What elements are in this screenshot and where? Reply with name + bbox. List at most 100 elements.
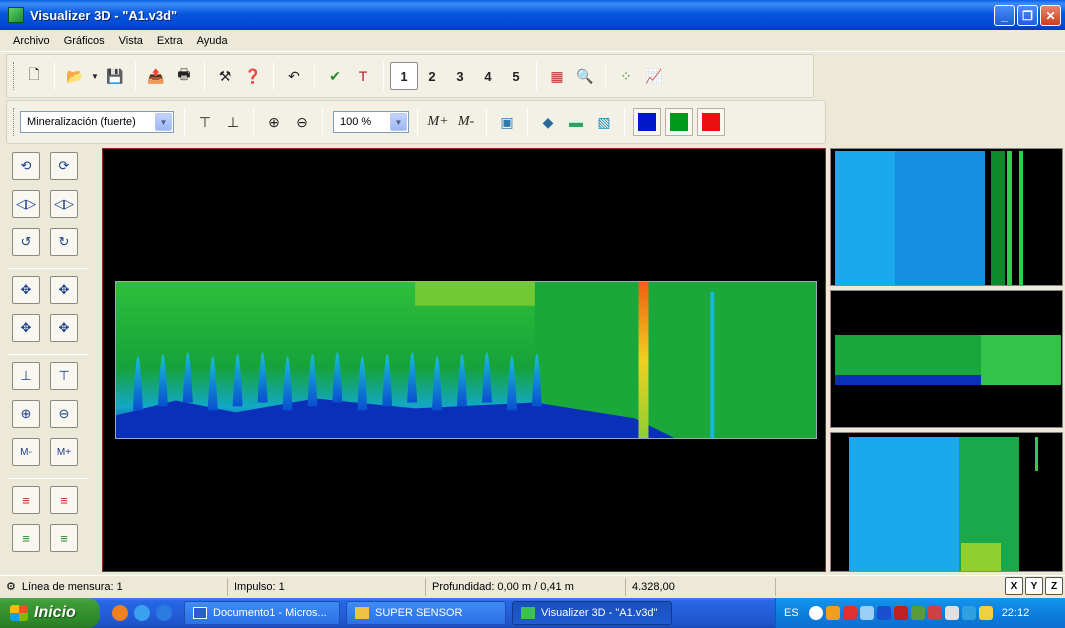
- top-view[interactable]: [830, 148, 1063, 286]
- toolbar-grip[interactable]: [13, 62, 16, 90]
- view-2-button[interactable]: 2: [418, 62, 446, 90]
- tray-volume-icon[interactable]: [978, 606, 993, 620]
- side-view[interactable]: [830, 432, 1063, 572]
- front-view[interactable]: [830, 290, 1063, 428]
- view-3-button[interactable]: 3: [446, 62, 474, 90]
- color-green-button[interactable]: [665, 108, 693, 136]
- zoom-in-icon[interactable]: ⊕: [260, 108, 288, 136]
- colormap-icon[interactable]: ▣: [493, 108, 521, 136]
- main-3d-view[interactable]: [102, 148, 826, 572]
- rotate-up-icon[interactable]: ⟲: [12, 152, 40, 180]
- tray-bluetooth-icon[interactable]: [876, 606, 891, 620]
- tray-chat-icon[interactable]: [910, 606, 925, 620]
- zoom-out-icon[interactable]: ⊖: [288, 108, 316, 136]
- system-tray: ES 22:12: [775, 598, 1065, 628]
- texture-icon[interactable]: ▧: [590, 108, 618, 136]
- language-indicator[interactable]: ES: [784, 607, 799, 619]
- new-file-icon[interactable]: 🗋: [20, 62, 48, 90]
- minimize-button[interactable]: _: [994, 5, 1015, 26]
- menu-extra[interactable]: Extra: [150, 35, 190, 47]
- pan-alt-icon[interactable]: ✥: [50, 314, 78, 342]
- help-icon[interactable]: ❓: [239, 62, 267, 90]
- scan-tool-icon[interactable]: ✔: [321, 62, 349, 90]
- depth-bottom-icon[interactable]: ⊥: [12, 362, 40, 390]
- tools-icon[interactable]: ⚒: [211, 62, 239, 90]
- red-swatch: [702, 113, 720, 131]
- clock: 22:12: [1001, 607, 1030, 619]
- toolbar-grip[interactable]: [13, 108, 16, 136]
- save-icon[interactable]: 💾: [101, 62, 129, 90]
- color-red-button[interactable]: [697, 108, 725, 136]
- tray-monitor-icon[interactable]: [859, 606, 874, 620]
- axis-y-button[interactable]: Y: [1025, 577, 1043, 595]
- graph-icon[interactable]: 📈: [640, 62, 668, 90]
- menu-graficos[interactable]: Gráficos: [57, 35, 112, 47]
- tilt-right-icon[interactable]: ↻: [50, 228, 78, 256]
- navigation-panel: ⟲ ⟳ ◁▷ ◁▷ ↺ ↻ ✥ ✥ ✥ ✥ ⊥ ⊤ ⊕ ⊖ M- M+ ≡ ≡ …: [6, 148, 90, 572]
- open-dropdown-icon[interactable]: ▼: [89, 62, 101, 90]
- depth-top-icon[interactable]: ⊤: [191, 108, 219, 136]
- tray-shield-icon[interactable]: [893, 606, 908, 620]
- zoom-window-icon[interactable]: 🔍: [571, 62, 599, 90]
- ie-icon[interactable]: [134, 605, 150, 621]
- undo-icon[interactable]: ↶: [280, 62, 308, 90]
- chevron-down-icon[interactable]: ▼: [390, 113, 407, 131]
- layer-icon[interactable]: ▬: [562, 108, 590, 136]
- task-super-sensor[interactable]: SUPER SENSOR: [346, 601, 506, 625]
- mode-select[interactable]: Mineralización (fuerte) ▼: [20, 111, 174, 133]
- contrast-up-icon[interactable]: M+: [50, 438, 78, 466]
- tray-network-icon[interactable]: [825, 606, 840, 620]
- menu-archivo[interactable]: Archivo: [6, 35, 57, 47]
- move-icon[interactable]: ✥: [12, 276, 40, 304]
- axis-z-button[interactable]: Z: [1045, 577, 1063, 595]
- view-4-button[interactable]: 4: [474, 62, 502, 90]
- rotate-left-icon[interactable]: ◁▷: [12, 190, 40, 218]
- chevron-down-icon[interactable]: ▼: [155, 113, 172, 131]
- scan-heatmap[interactable]: [115, 281, 817, 439]
- rotate-down-icon[interactable]: ⟳: [50, 152, 78, 180]
- export-icon[interactable]: 📤: [142, 62, 170, 90]
- pan-icon[interactable]: ✥: [12, 314, 40, 342]
- title-bar: Visualizer 3D - "A1.v3d" _ ❐ ✕: [0, 0, 1065, 30]
- tilt-left-icon[interactable]: ↺: [12, 228, 40, 256]
- grid-icon[interactable]: ▦: [543, 62, 571, 90]
- probe-icon[interactable]: T: [349, 62, 377, 90]
- layer-up-icon[interactable]: ≡: [12, 486, 40, 514]
- menu-vista[interactable]: Vista: [112, 35, 150, 47]
- firefox-icon[interactable]: [112, 605, 128, 621]
- browser-icon[interactable]: [156, 605, 172, 621]
- task-documento1[interactable]: Documento1 - Micros...: [184, 601, 340, 625]
- layer-bottom-icon[interactable]: ≡: [50, 524, 78, 552]
- layer-top-icon[interactable]: ≡: [12, 524, 40, 552]
- menu-bar: Archivo Gráficos Vista Extra Ayuda: [0, 30, 1065, 52]
- tray-arrow-icon[interactable]: [808, 606, 823, 620]
- contrast-down-button[interactable]: M-: [452, 108, 480, 136]
- task-visualizer[interactable]: Visualizer 3D - "A1.v3d": [512, 601, 672, 625]
- points-icon[interactable]: ⁘: [612, 62, 640, 90]
- tray-sync-icon[interactable]: [944, 606, 959, 620]
- rotate-right-icon[interactable]: ◁▷: [50, 190, 78, 218]
- menu-ayuda[interactable]: Ayuda: [190, 35, 235, 47]
- contrast-down-icon[interactable]: M-: [12, 438, 40, 466]
- tray-security-icon[interactable]: [842, 606, 857, 620]
- tray-display-icon[interactable]: [961, 606, 976, 620]
- zoom-select[interactable]: 100 % ▼: [333, 111, 409, 133]
- start-button[interactable]: Inicio: [0, 598, 100, 628]
- open-folder-icon[interactable]: 📂: [61, 62, 89, 90]
- zoom-in-icon[interactable]: ⊕: [12, 400, 40, 428]
- surface-3d-icon[interactable]: ◆: [534, 108, 562, 136]
- depth-bottom-icon[interactable]: ⊥: [219, 108, 247, 136]
- depth-top-icon[interactable]: ⊤: [50, 362, 78, 390]
- close-button[interactable]: ✕: [1040, 5, 1061, 26]
- contrast-up-button[interactable]: M+: [424, 108, 452, 136]
- maximize-button[interactable]: ❐: [1017, 5, 1038, 26]
- color-blue-button[interactable]: [633, 108, 661, 136]
- move-alt-icon[interactable]: ✥: [50, 276, 78, 304]
- print-icon[interactable]: 🖶: [170, 62, 198, 90]
- tray-messenger-icon[interactable]: [927, 606, 942, 620]
- axis-x-button[interactable]: X: [1005, 577, 1023, 595]
- zoom-out-icon[interactable]: ⊖: [50, 400, 78, 428]
- layer-down-icon[interactable]: ≡: [50, 486, 78, 514]
- view-5-button[interactable]: 5: [502, 62, 530, 90]
- view-1-button[interactable]: 1: [390, 62, 418, 90]
